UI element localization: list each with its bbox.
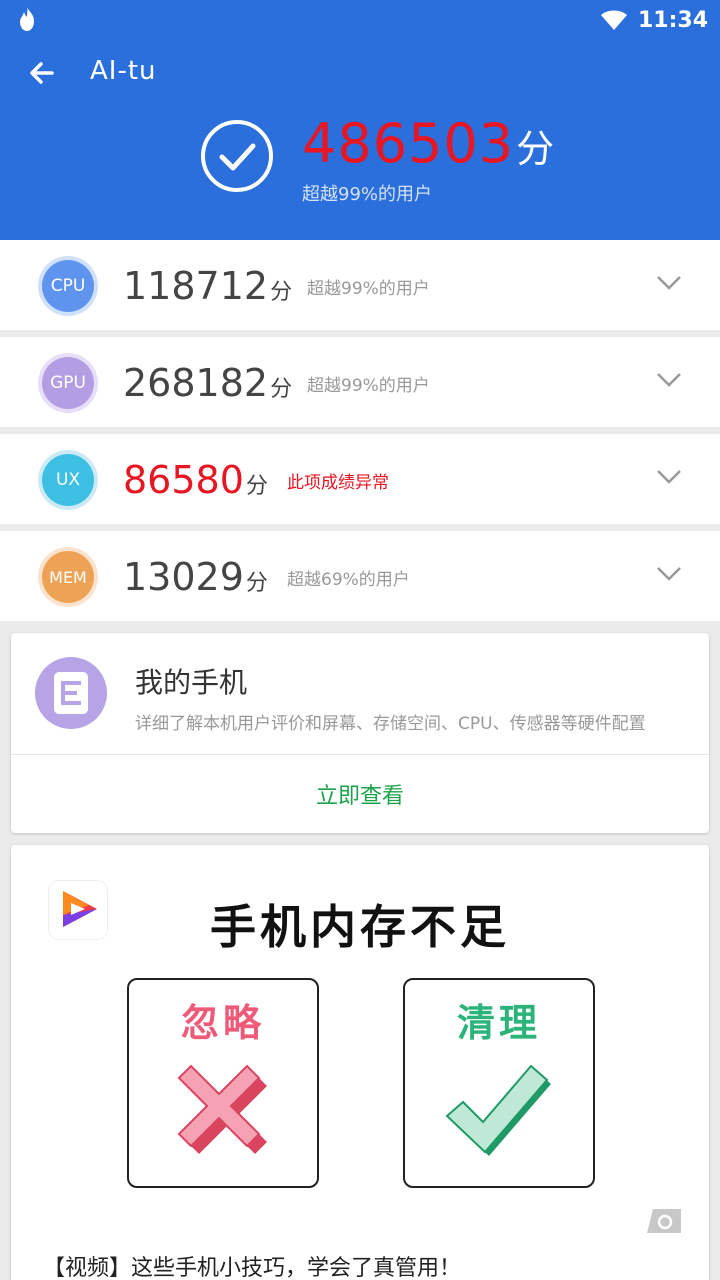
document-icon	[54, 672, 88, 714]
clean-label: 清理	[456, 1001, 541, 1045]
my-phone-subtitle: 详细了解本机用户评价和屏幕、存储空间、CPU、传感器等硬件配置	[135, 714, 646, 734]
mem-rank-text: 超越69%的用户	[287, 570, 410, 590]
mem-score: 13029 分	[123, 555, 268, 599]
cross-icon	[177, 1064, 267, 1154]
total-score: 486503 分	[302, 112, 554, 175]
clock: 11:34	[637, 7, 708, 33]
phone-info-icon	[35, 657, 107, 729]
cpu-score-value: 118712	[123, 264, 269, 308]
cpu-rank-text: 超越99%的用户	[307, 279, 430, 299]
total-score-subtitle: 超越99%的用户	[302, 184, 433, 205]
ux-badge-label: UX	[42, 454, 94, 506]
cpu-score-unit: 分	[270, 280, 293, 305]
mem-badge: MEM	[38, 547, 98, 607]
view-now-button[interactable]: 立即查看	[11, 755, 709, 833]
score-row-gpu[interactable]: GPU 268182 分 超越99%的用户	[0, 337, 720, 427]
chevron-down-icon[interactable]	[656, 565, 682, 583]
chevron-down-icon[interactable]	[656, 468, 682, 486]
ad-card[interactable]: 手机内存不足 忽略 清理 【视频】这些手机小技巧，学会了真管用！	[11, 845, 709, 1280]
score-row-mem[interactable]: MEM 13029 分 超越69%的用户	[0, 531, 720, 621]
ux-score-unit: 分	[245, 474, 268, 499]
checkmark-icon	[445, 1064, 551, 1156]
ux-warning-text: 此项成绩异常	[287, 473, 389, 493]
gpu-score: 268182 分	[123, 361, 292, 405]
status-right: 11:34	[600, 4, 708, 36]
ux-score-value: 86580	[123, 458, 244, 502]
gpu-score-unit: 分	[270, 377, 293, 402]
cpu-badge-label: CPU	[42, 260, 94, 312]
flame-notification-icon	[20, 7, 34, 31]
my-phone-title: 我的手机	[135, 666, 248, 699]
ux-badge: UX	[38, 450, 98, 510]
ad-corner-icon[interactable]	[645, 1207, 683, 1235]
mem-badge-label: MEM	[42, 551, 94, 603]
header: 11:34 AI-tu 486503 分 超越99%的用户	[0, 0, 720, 240]
score-row-cpu[interactable]: CPU 118712 分 超越99%的用户	[0, 240, 720, 330]
score-row-ux[interactable]: UX 86580 分 此项成绩异常	[0, 434, 720, 524]
clean-option[interactable]: 清理	[403, 978, 595, 1188]
cpu-badge: CPU	[38, 256, 98, 316]
ignore-option[interactable]: 忽略	[127, 978, 319, 1188]
gpu-rank-text: 超越99%的用户	[307, 376, 430, 396]
back-arrow-icon[interactable]	[22, 54, 62, 94]
check-circle-icon	[201, 120, 273, 192]
my-phone-card: 我的手机 详细了解本机用户评价和屏幕、存储空间、CPU、传感器等硬件配置 立即查…	[11, 633, 709, 833]
gpu-score-value: 268182	[123, 361, 269, 405]
ux-score: 86580 分	[123, 458, 268, 502]
mem-score-unit: 分	[245, 571, 268, 596]
chevron-down-icon[interactable]	[656, 274, 682, 292]
ad-caption: 【视频】这些手机小技巧，学会了真管用！	[43, 1256, 462, 1280]
total-score-unit: 分	[516, 127, 555, 171]
ad-headline: 手机内存不足	[210, 900, 510, 954]
gpu-badge: GPU	[38, 353, 98, 413]
status-bar: 11:34	[0, 0, 720, 40]
app-title: AI-tu	[90, 56, 157, 86]
total-score-value: 486503	[302, 112, 515, 175]
chevron-down-icon[interactable]	[656, 371, 682, 389]
ignore-label: 忽略	[180, 1001, 265, 1045]
wifi-icon	[600, 10, 627, 30]
mem-score-value: 13029	[123, 555, 244, 599]
gpu-badge-label: GPU	[42, 357, 94, 409]
cpu-score: 118712 分	[123, 264, 292, 308]
